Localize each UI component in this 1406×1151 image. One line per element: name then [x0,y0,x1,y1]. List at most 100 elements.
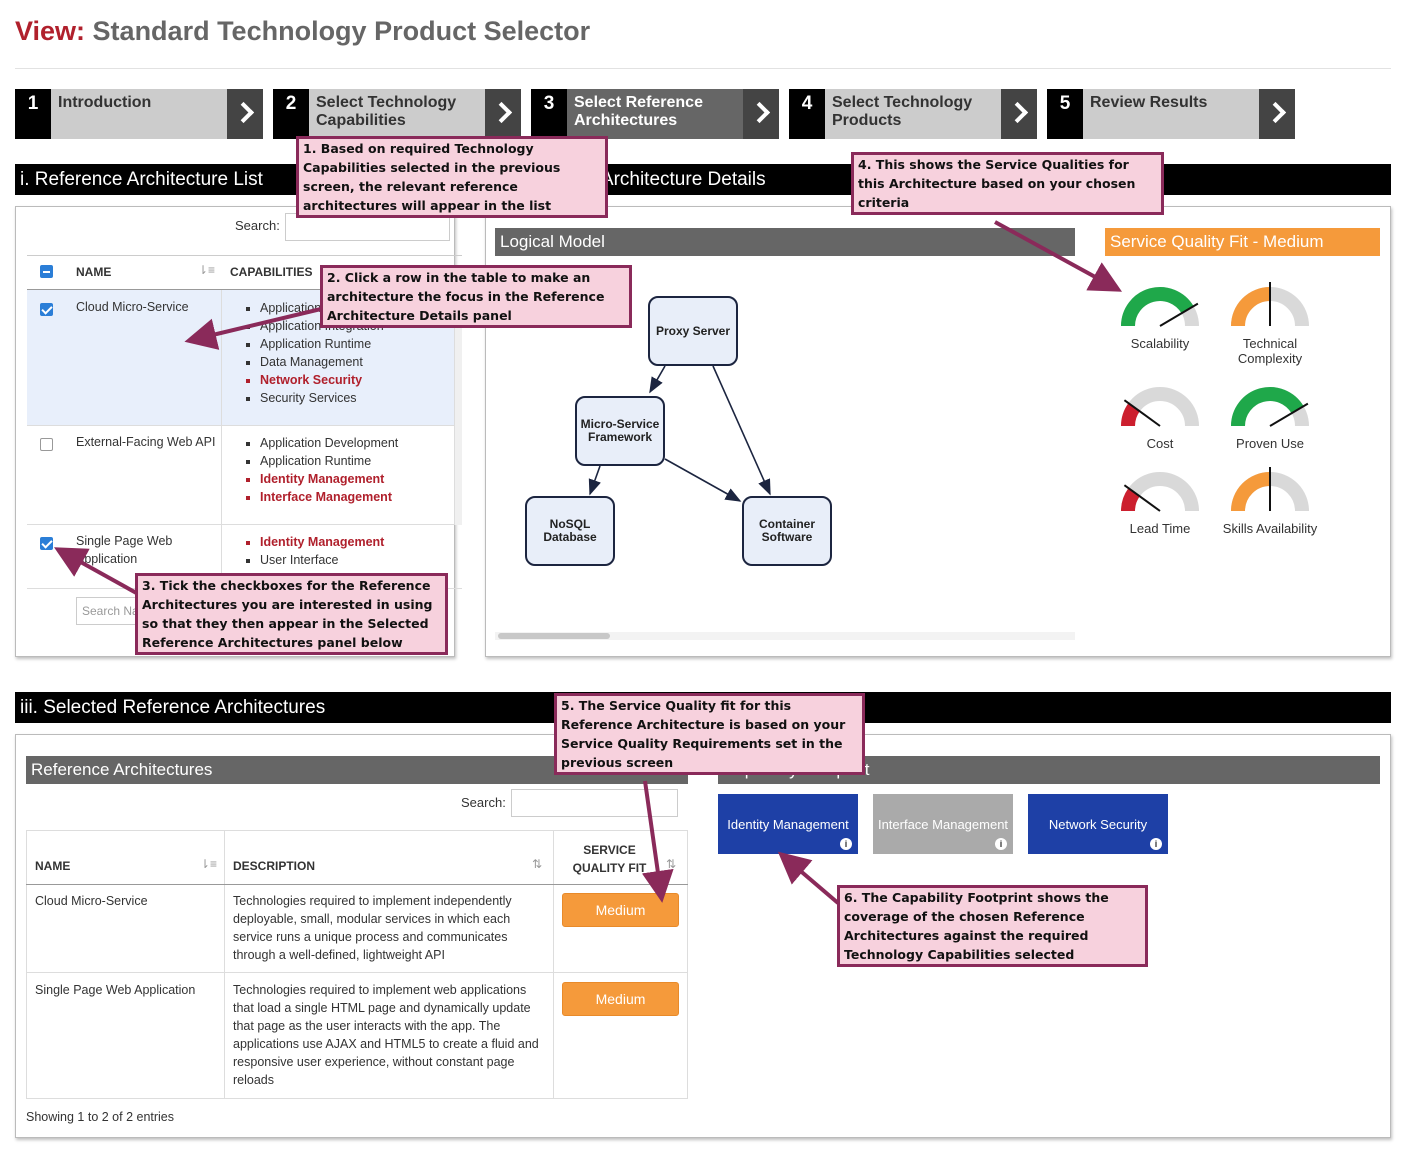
table-top-border [27,255,462,256]
gauge-label-technical-complexity: Technical Complexity [1237,336,1303,366]
select-all-checkbox[interactable] [40,265,53,278]
col-description-header[interactable]: DESCRIPTION [233,859,315,873]
edge-proxy-framework [649,365,666,394]
footprint-identity-management[interactable]: Identity Management i [718,794,858,854]
step-number: 3 [531,89,567,139]
step-label: Select Technology Products [832,94,973,129]
capabilities-list: Application Development Application Runt… [245,434,445,506]
row-name: Single Page Web Application [35,983,196,997]
gauge-fill [1231,472,1271,512]
logical-model-title: Logical Model [500,232,605,251]
step-number: 1 [15,89,51,139]
node-container-software[interactable]: Container Software [742,496,832,566]
sort-icon[interactable]: ⇂≡ [198,263,215,277]
selected-search-input[interactable] [511,789,678,817]
row-divider [27,524,462,525]
col-capabilities-header[interactable]: CAPABILITIES [230,265,312,279]
gauge-panel: Scalability Technical Complexity Cost Pr… [1105,256,1380,536]
column-divider [553,830,554,1099]
gauge-fill [1231,287,1271,327]
gauge-label-cost: Cost [1146,436,1174,451]
footprint-label: Interface Management [877,816,1009,832]
callout-3: 3. Tick the checkboxes for the Reference… [135,573,448,655]
info-icon[interactable]: i [995,838,1007,850]
chevron-right-icon[interactable] [1259,89,1295,139]
capability-item-required: Interface Management [260,488,445,506]
gauge-label-scalability: Scalability [1130,336,1190,351]
capability-item: User Interface [260,551,445,569]
gauge-label-lead-time: Lead Time [1129,521,1191,536]
step-label: Select Technology Capabilities [316,94,457,129]
capabilities-list: Identity Management User Interface [245,533,445,569]
logical-model-header: Logical Model [495,228,1075,256]
gauge-fill [1231,387,1304,427]
table-info: Showing 1 to 2 of 2 entries [26,1110,175,1124]
gauge-label-skills-availability: Skills Availability [1222,521,1318,536]
info-icon[interactable]: i [840,838,852,850]
step-number: 4 [789,89,825,139]
row-divider [27,425,462,426]
step-select-products[interactable]: 4 Select Technology Products [789,89,1037,139]
chevron-right-icon[interactable] [1001,89,1037,139]
title-divider [15,68,1391,69]
footprint-network-security[interactable]: Network Security i [1028,794,1168,854]
row-description: Technologies required to implement web a… [233,983,539,1087]
row-checkbox[interactable] [40,537,53,550]
list-section-title: i. Reference Architecture List [20,169,263,190]
col-name-header[interactable]: NAME [76,265,111,279]
row-name[interactable]: Single Page Web Application [76,532,196,568]
page-title: View: Standard Technology Product Select… [15,16,590,47]
chevron-right-icon[interactable] [485,89,521,139]
col-name-header[interactable]: NAME [35,859,70,873]
search-label: Search: [235,218,280,233]
page-title-text: Standard Technology Product Selector [92,16,591,46]
sort-icon[interactable]: ⇅ [532,857,542,871]
capability-item: Data Management [260,353,445,371]
column-divider [221,290,222,590]
row-checkbox[interactable] [40,303,53,316]
node-proxy-server[interactable]: Proxy Server [648,296,738,366]
sort-icon[interactable]: ⇂≡ [200,857,217,871]
callout-4: 4. This shows the Service Qualities for … [851,152,1164,215]
step-select-architectures[interactable]: 3 Select Reference Architectures [531,89,779,139]
gauge-label-proven-use: Proven Use [1236,436,1304,451]
footprint-label: Network Security [1048,816,1148,832]
row-checkbox[interactable] [40,438,53,451]
scrollbar-thumb[interactable] [498,633,610,639]
step-select-capabilities[interactable]: 2 Select Technology Capabilities [273,89,521,139]
footprint-interface-management[interactable]: Interface Management i [873,794,1013,854]
edge-framework-container [664,458,742,502]
row-divider [26,972,688,973]
edge-framework-nosql [588,465,601,496]
selected-section-title: iii. Selected Reference Architectures [20,697,326,718]
capability-item: Application Runtime [260,452,445,470]
chevron-right-icon[interactable] [743,89,779,139]
row-name[interactable]: External-Facing Web API [76,433,215,451]
capability-item: Application Development [260,434,445,452]
capability-item-required: Network Security [260,371,445,389]
info-icon[interactable]: i [1150,838,1162,850]
capability-item-required: Identity Management [260,470,445,488]
step-introduction[interactable]: 1 Introduction [15,89,263,139]
sqf-medium-button[interactable]: Medium [562,893,679,927]
step-number: 2 [273,89,309,139]
sqf-medium-button[interactable]: Medium [562,982,679,1016]
node-micro-service-framework[interactable]: Micro-Service Framework [575,396,665,466]
footprint-label: Identity Management [727,816,849,832]
callout-5: 5. The Service Quality fit for this Refe… [554,693,865,775]
gauge-fill [1121,488,1141,512]
edge-proxy-container [712,365,771,496]
step-review-results[interactable]: 5 Review Results [1047,89,1295,139]
row-name: Cloud Micro-Service [76,300,189,314]
chevron-right-icon[interactable] [227,89,263,139]
horizontal-scrollbar[interactable] [495,632,1075,640]
callout-6: 6. The Capability Footprint shows the co… [837,885,1148,967]
sort-icon[interactable]: ⇅ [666,857,676,871]
row-name: Cloud Micro-Service [35,894,148,908]
node-nosql-database[interactable]: NoSQL Database [525,496,615,566]
sqf-title: Service Quality Fit - Medium [1110,232,1324,251]
view-prefix: View: [15,16,86,46]
step-label: Select Reference Architectures [574,94,703,129]
ref-arch-title: Reference Architectures [31,760,213,779]
col-sqf-header[interactable]: SERVICE QUALITY FIT [567,841,652,877]
